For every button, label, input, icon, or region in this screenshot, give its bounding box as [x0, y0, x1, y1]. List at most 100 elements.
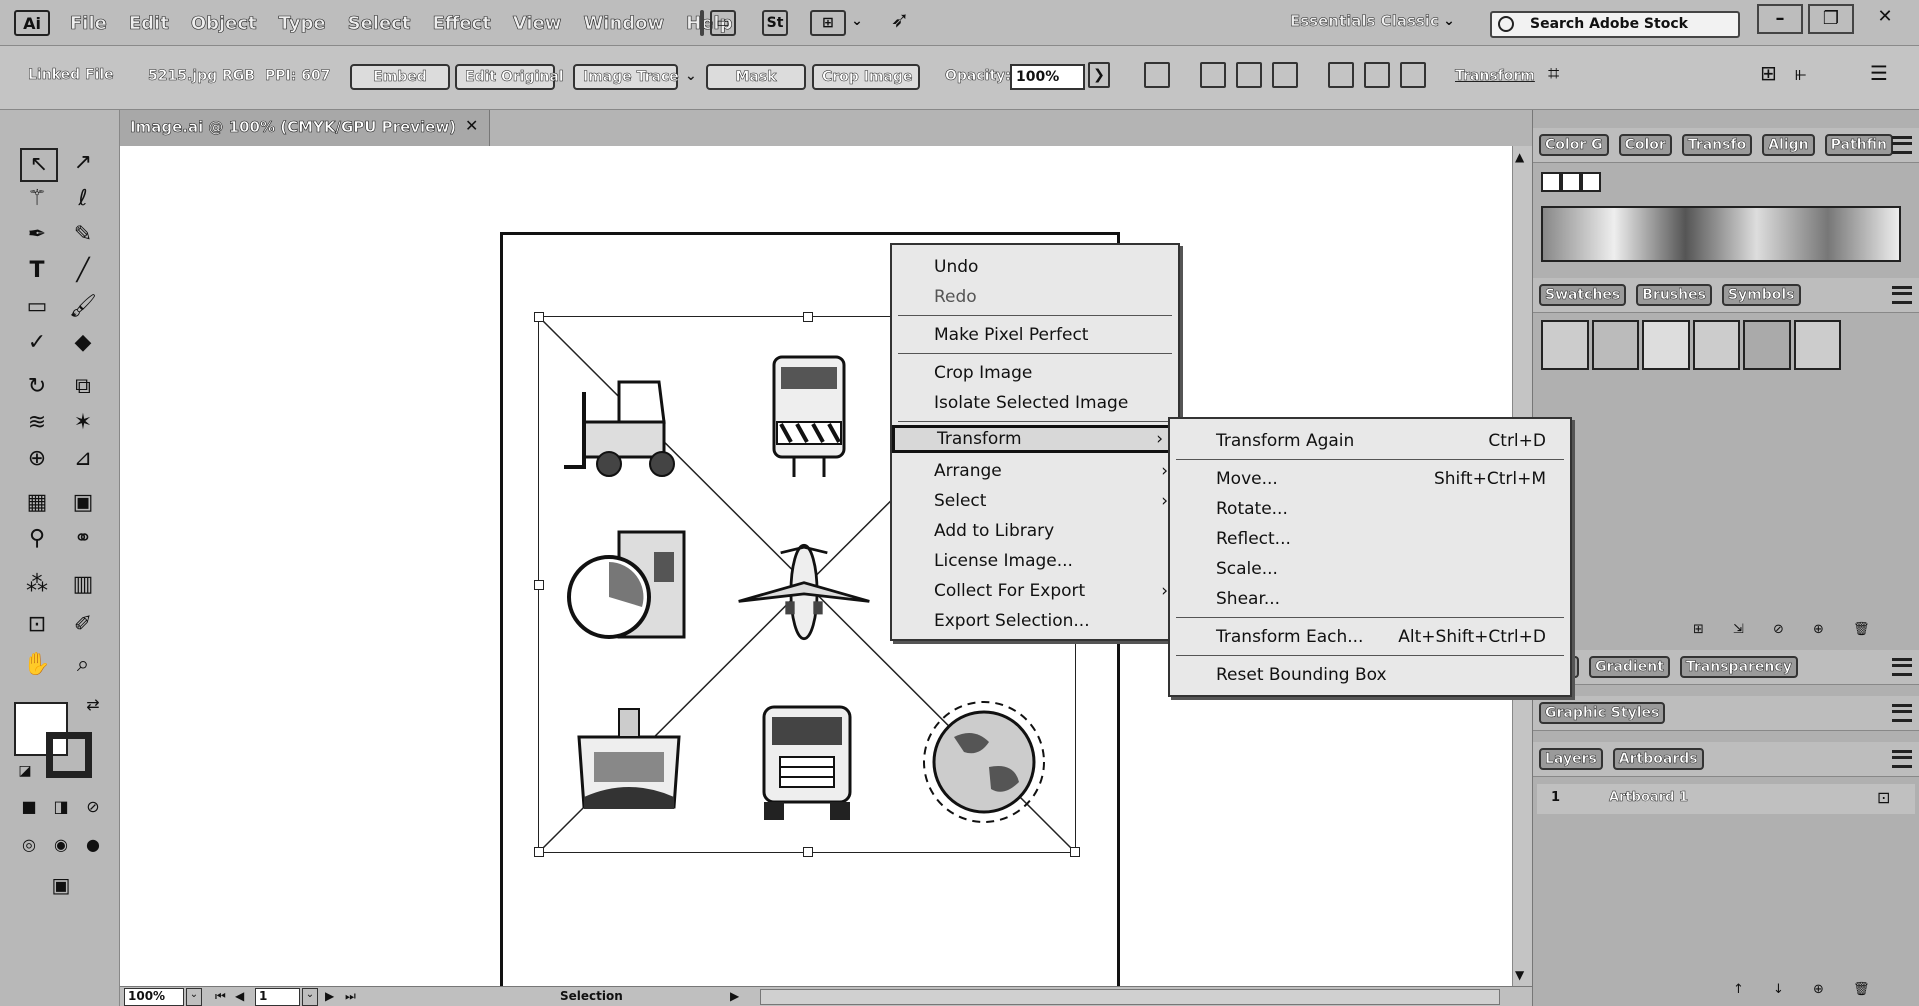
menu-item-add-to-library[interactable]: Add to Library: [892, 517, 1178, 545]
eraser-tool-icon[interactable]: ◆: [66, 328, 100, 358]
break-link-icon[interactable]: ⊘: [1773, 622, 1784, 637]
submenu-item-transform-each[interactable]: Transform Each... Alt+Shift+Ctrl+D: [1170, 623, 1570, 651]
symbol-swatch[interactable]: [1743, 320, 1791, 370]
perspective-grid-tool-icon[interactable]: ⊿: [66, 444, 100, 474]
pen-tool-icon[interactable]: ✒: [20, 220, 54, 250]
line-tool-icon[interactable]: ╱: [66, 256, 100, 286]
workspace-chevron-icon[interactable]: ⌄: [1442, 10, 1456, 36]
zoom-level-field[interactable]: 100%: [124, 988, 184, 1006]
color-panel-menu-icon[interactable]: [1892, 136, 1912, 154]
align-left-icon[interactable]: [1200, 62, 1226, 88]
zoom-dropdown-icon[interactable]: ⌄: [186, 988, 202, 1006]
tab-swatches[interactable]: Swatches: [1539, 284, 1627, 306]
symbol-library-icon[interactable]: ⊞: [1693, 622, 1704, 637]
blend-tool-icon[interactable]: ⚭: [66, 524, 100, 554]
draw-inside-icon[interactable]: ●: [76, 830, 110, 860]
menu-select[interactable]: Select: [347, 12, 410, 34]
distribute-icon[interactable]: ⫦: [1795, 62, 1821, 88]
submenu-item-transform-again[interactable]: Transform Again Ctrl+D: [1170, 427, 1570, 455]
shape-builder-tool-icon[interactable]: ⊕: [20, 444, 54, 474]
tab-symbols[interactable]: Symbols: [1721, 284, 1801, 306]
tab-pathfinder[interactable]: Pathfin: [1824, 134, 1893, 156]
default-fill-stroke-icon[interactable]: ◪: [8, 756, 42, 786]
menu-item-crop-image[interactable]: Crop Image: [892, 359, 1178, 387]
bbox-handle-top-left[interactable]: [534, 312, 544, 322]
mask-button[interactable]: Mask: [706, 64, 806, 90]
place-symbol-icon[interactable]: ⇲: [1733, 622, 1744, 637]
graphic-styles-menu-icon[interactable]: [1892, 704, 1912, 722]
bbox-handle-bottom-left[interactable]: [534, 847, 544, 857]
type-tool-icon[interactable]: T: [20, 256, 54, 286]
maximize-button[interactable]: ❐: [1808, 4, 1854, 34]
close-document-icon[interactable]: ✕: [465, 116, 478, 135]
tab-transparency[interactable]: Transparency: [1679, 656, 1798, 678]
artboard-number-field[interactable]: 1: [255, 988, 300, 1006]
chevron-down-icon[interactable]: ⌄: [850, 10, 864, 36]
selection-tool-icon[interactable]: ↖: [20, 148, 58, 182]
menu-item-arrange[interactable]: Arrange ›: [892, 457, 1178, 485]
tab-color[interactable]: Color: [1618, 134, 1672, 156]
slice-tool-icon[interactable]: ✐: [66, 610, 100, 640]
swap-fill-stroke-icon[interactable]: ⇄: [76, 690, 110, 720]
align-right-icon[interactable]: [1272, 62, 1298, 88]
horizontal-scrollbar[interactable]: [760, 989, 1500, 1005]
embed-button[interactable]: Embed: [350, 64, 450, 90]
arrange-icon[interactable]: ⊞: [1760, 62, 1786, 88]
symbol-swatch[interactable]: [1642, 320, 1690, 370]
hand-tool-icon[interactable]: ✋: [20, 650, 54, 680]
zoom-tool-icon[interactable]: ⌕: [66, 650, 100, 680]
rotate-tool-icon[interactable]: ↻: [20, 372, 54, 402]
layers-panel-menu-icon[interactable]: [1892, 750, 1912, 768]
align-bottom-icon[interactable]: [1400, 62, 1426, 88]
menu-item-transform[interactable]: Transform ›: [892, 425, 1176, 453]
lasso-tool-icon[interactable]: ℓ: [66, 184, 100, 214]
scale-tool-icon[interactable]: ⧉: [66, 372, 100, 402]
shaper-tool-icon[interactable]: ✓: [20, 328, 54, 358]
tab-align[interactable]: Align: [1762, 134, 1815, 156]
graph-tool-icon[interactable]: ▥: [66, 570, 100, 600]
edit-original-button[interactable]: Edit Original: [455, 64, 564, 90]
menu-type[interactable]: Type: [278, 12, 326, 34]
menu-item-export-selection[interactable]: Export Selection...: [892, 607, 1178, 635]
submenu-item-reflect[interactable]: Reflect...: [1170, 525, 1570, 553]
scroll-down-icon[interactable]: ▼: [1515, 968, 1524, 982]
puppet-warp-tool-icon[interactable]: ✶: [66, 408, 100, 438]
move-down-icon[interactable]: ↓: [1773, 982, 1784, 997]
mesh-tool-icon[interactable]: ▦: [20, 488, 54, 518]
stroke-swatch[interactable]: [46, 732, 92, 778]
status-menu-icon[interactable]: ▶: [730, 989, 739, 1003]
scroll-up-icon[interactable]: ▲: [1515, 150, 1524, 164]
tab-gradient[interactable]: Gradient: [1589, 656, 1670, 678]
menu-window[interactable]: Window: [583, 12, 664, 34]
tab-color-guide[interactable]: Color G: [1539, 134, 1609, 156]
warp-tool-icon[interactable]: ≋: [20, 408, 54, 438]
menu-item-make-pixel-perfect[interactable]: Make Pixel Perfect: [892, 321, 1178, 349]
menu-item-isolate-selected-image[interactable]: Isolate Selected Image: [892, 389, 1178, 417]
draw-normal-icon[interactable]: ◎: [12, 830, 46, 860]
stock-search-input[interactable]: Search Adobe Stock: [1490, 11, 1740, 38]
opacity-arrow-icon[interactable]: ❯: [1088, 62, 1110, 88]
color-mode-icon[interactable]: ■: [12, 792, 46, 822]
bbox-handle-left[interactable]: [534, 580, 544, 590]
direct-selection-tool-icon[interactable]: ↗: [66, 148, 100, 178]
opacity-input[interactable]: 100%: [1010, 64, 1085, 90]
control-menu-icon[interactable]: ☰: [1870, 62, 1896, 88]
bbox-handle-bottom-right[interactable]: [1070, 847, 1080, 857]
align-top-icon[interactable]: [1328, 62, 1354, 88]
symbol-swatch[interactable]: [1541, 320, 1589, 370]
delete-symbol-icon[interactable]: 🗑: [1853, 622, 1870, 637]
close-window-button[interactable]: ✕: [1862, 4, 1908, 34]
isolate-icon[interactable]: ⌗: [1548, 62, 1574, 88]
previous-artboard-icon[interactable]: ◀: [235, 989, 244, 1003]
menu-object[interactable]: Object: [191, 12, 257, 34]
tab-transform[interactable]: Transfo: [1681, 134, 1753, 156]
last-artboard-icon[interactable]: ⏭: [345, 989, 356, 1004]
artboard-dropdown-icon[interactable]: ⌄: [302, 988, 318, 1006]
image-trace-button[interactable]: Image Trace: [573, 64, 679, 90]
symbol-swatch[interactable]: [1692, 320, 1740, 370]
tab-graphic-styles[interactable]: Graphic Styles: [1539, 702, 1666, 724]
menu-item-select[interactable]: Select ›: [892, 487, 1178, 515]
workspace-switcher[interactable]: Essentials Classic: [1290, 12, 1439, 31]
menu-item-redo[interactable]: Redo: [892, 283, 1178, 311]
menu-item-license-image[interactable]: License Image...: [892, 547, 1178, 575]
